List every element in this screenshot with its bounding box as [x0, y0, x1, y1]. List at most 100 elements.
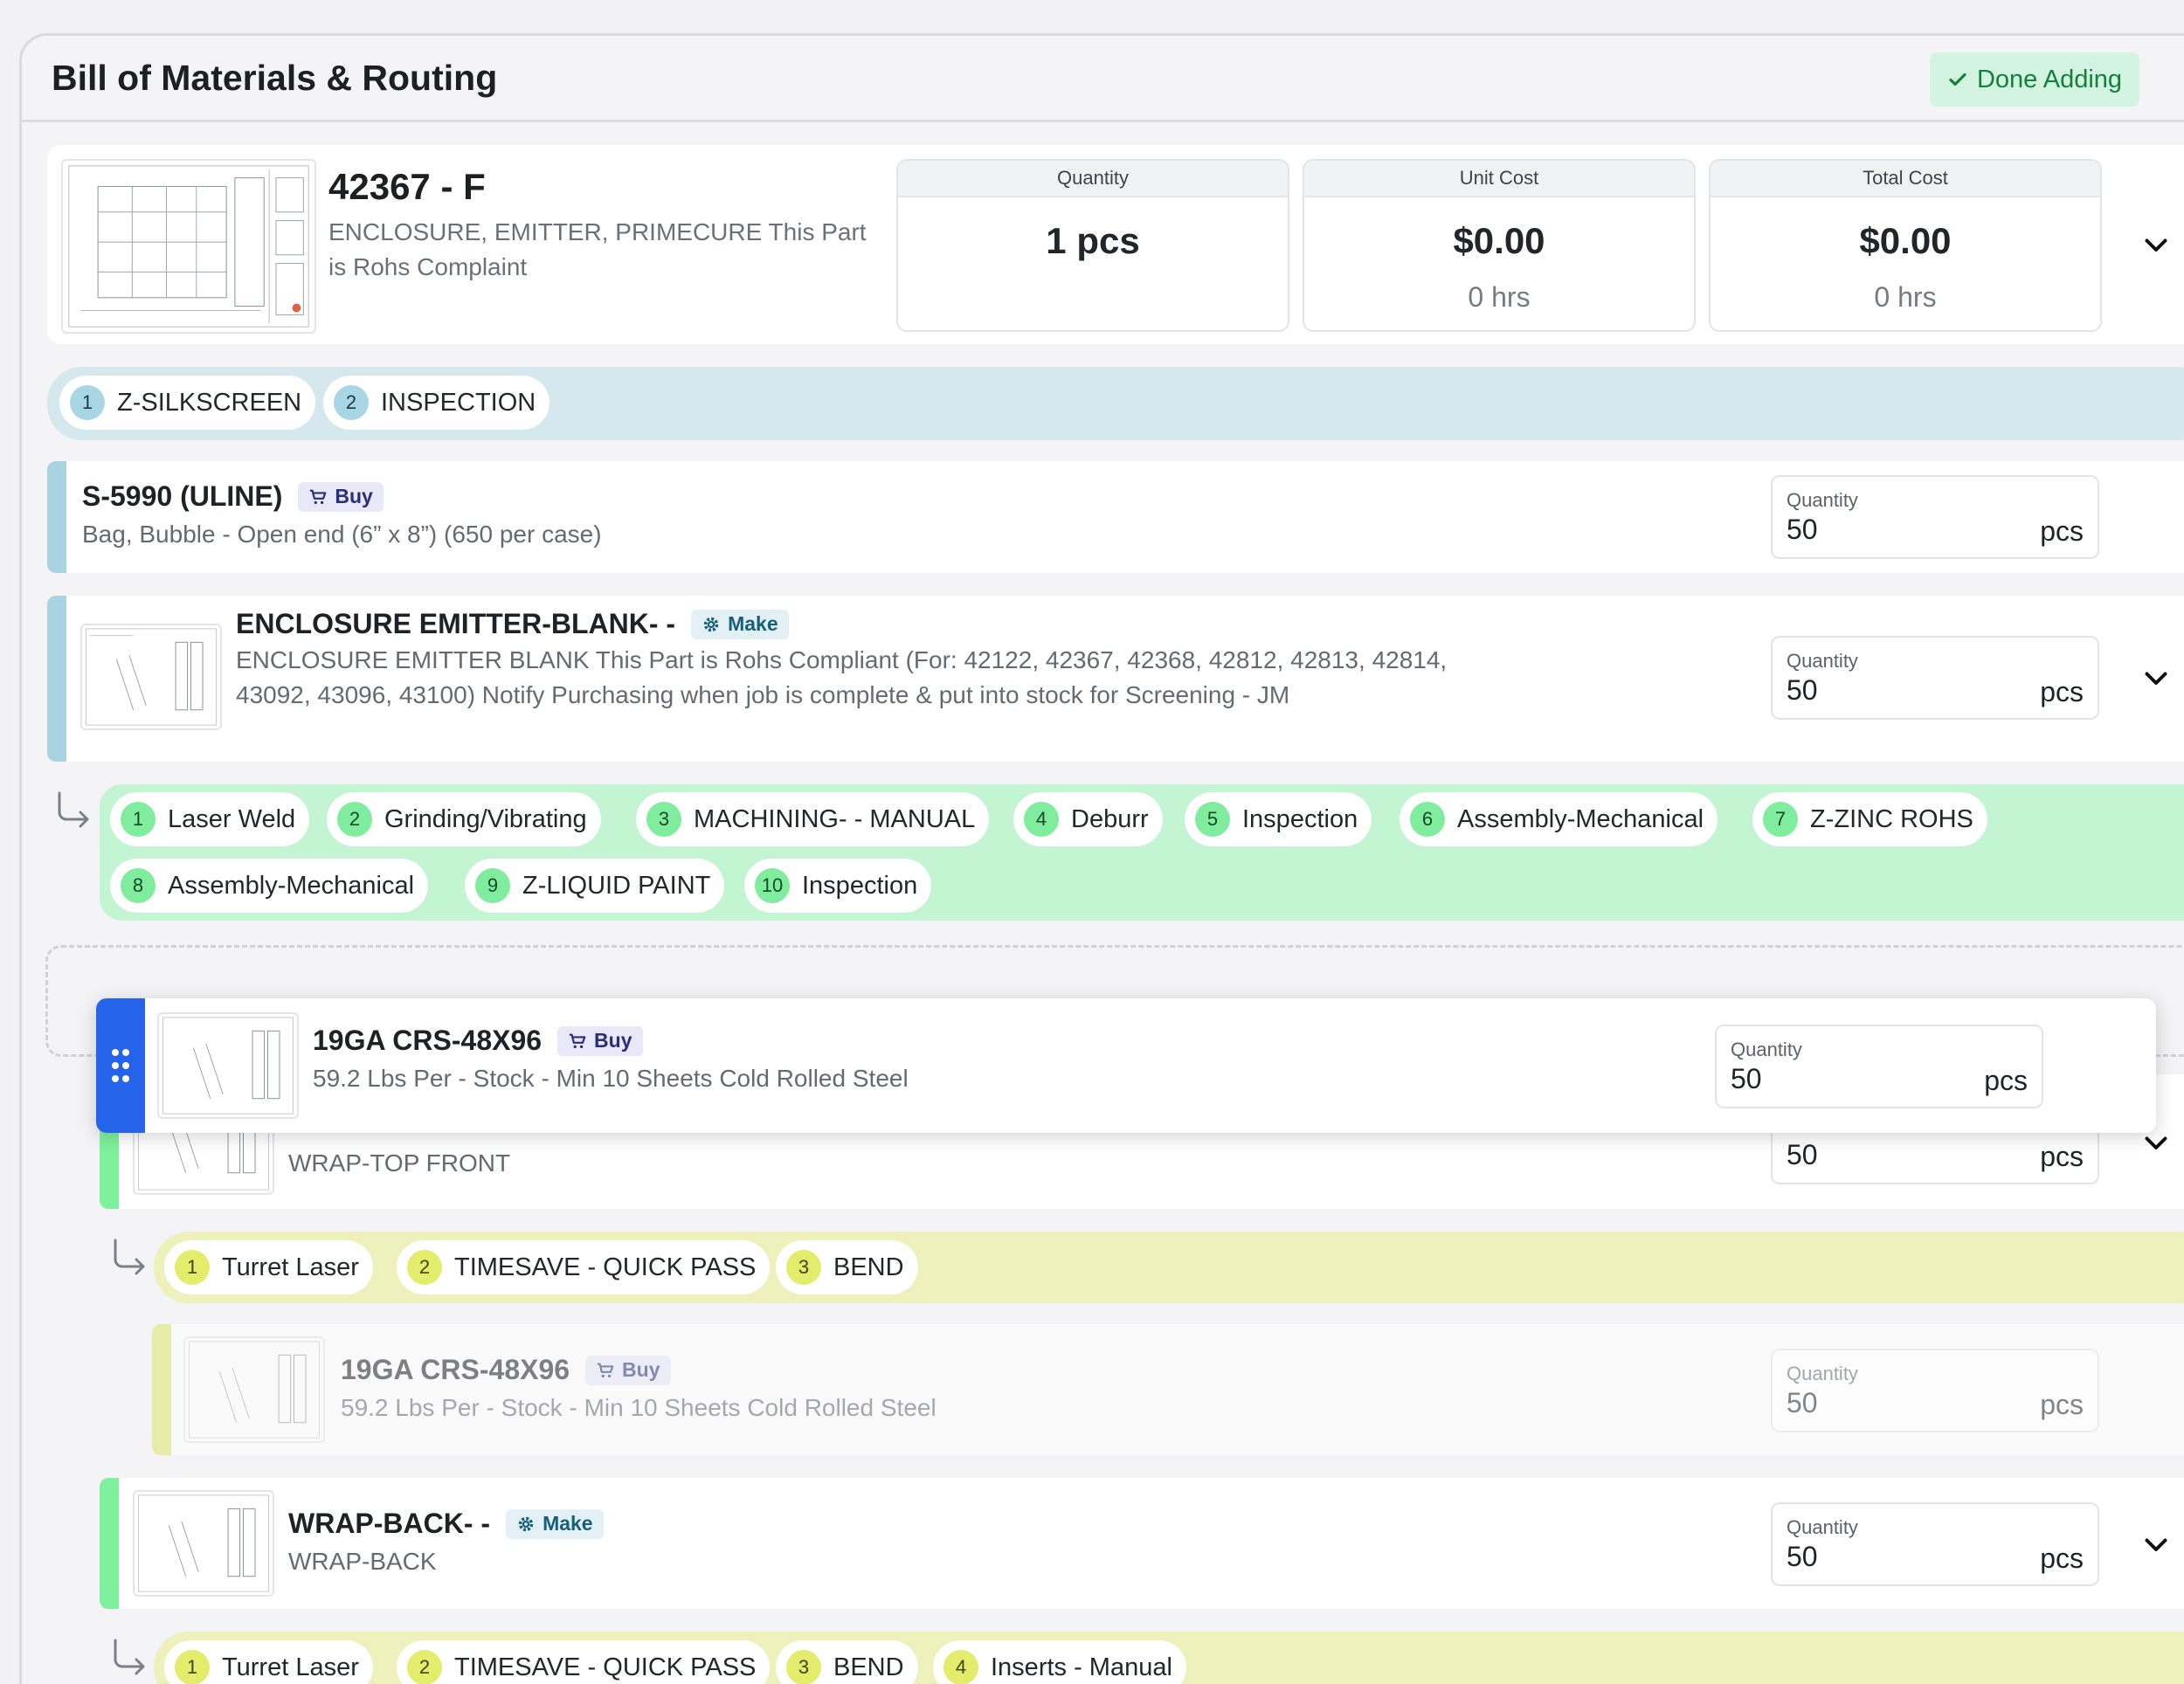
item-title: WRAP-BACK- - Make — [288, 1508, 604, 1540]
cart-icon — [597, 1363, 614, 1377]
routing-step-1[interactable]: 1 Turret Laser — [164, 1640, 373, 1684]
quantity-field[interactable]: Quantity 50 pcs — [1771, 1349, 2099, 1432]
item-description: ENCLOSURE EMITTER BLANK This Part is Roh… — [236, 646, 1448, 708]
step-label: Turret Laser — [222, 1653, 359, 1681]
make-badge-label: Make — [728, 612, 778, 635]
step-label: TIMESAVE - QUICK PASS — [454, 1253, 757, 1281]
quantity-field[interactable]: Quantity 50 pcs — [1771, 636, 2099, 720]
drawing-image — [68, 165, 309, 328]
drawing-image — [162, 1017, 294, 1115]
step-number: 2 — [334, 385, 369, 420]
quantity-value: 50 — [1731, 1063, 1762, 1094]
quantity-unit: pcs — [2040, 1389, 2084, 1420]
item-drawing-thumbnail[interactable] — [80, 624, 222, 730]
part-drawing-thumbnail[interactable] — [61, 159, 316, 334]
quantity-label: Quantity — [1787, 1516, 1858, 1538]
buy-badge-label: Buy — [622, 1358, 660, 1381]
item-title: ENCLOSURE EMITTER-BLANK- - Make — [236, 608, 789, 640]
step-label: Grinding/Vibrating — [384, 804, 587, 833]
step-label: Assembly-Mechanical — [1457, 804, 1704, 833]
drawing-image — [138, 1494, 269, 1592]
chevron-down-icon[interactable] — [2140, 662, 2172, 694]
step-label: Inspection — [802, 871, 918, 900]
total-cost-hours: 0 hrs — [1874, 281, 1937, 313]
chevron-down-icon[interactable] — [2140, 1529, 2172, 1560]
step-number: 3 — [786, 1650, 821, 1684]
routing-step-3[interactable]: 3 MACHINING- - MANUAL — [636, 792, 990, 846]
step-number: 6 — [1410, 802, 1445, 837]
routing-step-5[interactable]: 5 Inspection — [1185, 792, 1372, 846]
routing-step-2[interactable]: 2 TIMESAVE - QUICK PASS — [397, 1240, 771, 1294]
item-drawing-thumbnail[interactable] — [157, 1012, 299, 1119]
routing-step-3[interactable]: 3 BEND — [776, 1640, 918, 1684]
step-number: 1 — [70, 385, 105, 420]
step-number: 8 — [121, 868, 156, 903]
routing-step-6[interactable]: 6 Assembly-Mechanical — [1400, 792, 1718, 846]
done-adding-button[interactable]: Done Adding — [1930, 52, 2139, 107]
step-label: Turret Laser — [222, 1253, 359, 1281]
quantity-field[interactable]: Quantity 50 pcs — [1771, 475, 2099, 559]
make-badge: Make — [506, 1508, 604, 1539]
dragging-bom-item[interactable]: 19GA CRS-48X96 Buy 59.2 Lbs Per - Stock … — [96, 998, 2156, 1133]
drag-handle[interactable] — [96, 998, 145, 1133]
chevron-down-icon[interactable] — [2140, 229, 2172, 260]
routing-step-1[interactable]: 1 Turret Laser — [164, 1240, 373, 1294]
routing-step-1[interactable]: 1 Laser Weld — [110, 792, 310, 846]
buy-badge: Buy — [585, 1355, 671, 1385]
part-number: 42367 - F — [328, 166, 486, 207]
routing-step-2[interactable]: 2 Grinding/Vibrating — [327, 792, 601, 846]
gear-icon — [703, 617, 719, 632]
routing-step-2[interactable]: 2 TIMESAVE - QUICK PASS — [397, 1640, 771, 1684]
drawing-image — [86, 628, 217, 726]
page-title: Bill of Materials & Routing — [52, 58, 498, 98]
step-label: Inspection — [1242, 804, 1358, 833]
item-part-number: 19GA CRS-48X96 — [341, 1354, 570, 1385]
step-number: 1 — [121, 802, 156, 837]
routing-step-10[interactable]: 10 Inspection — [744, 859, 932, 913]
item-accent — [100, 1478, 119, 1609]
step-number: 5 — [1195, 802, 1230, 837]
quantity-field[interactable]: Quantity 50 pcs — [1715, 1025, 2043, 1108]
step-label: Deburr — [1071, 804, 1149, 833]
step-number: 7 — [1763, 802, 1798, 837]
unit-cost-label: Unit Cost — [1304, 161, 1694, 197]
item-accent — [47, 596, 66, 762]
step-label: BEND — [833, 1653, 904, 1681]
routing-step-8[interactable]: 8 Assembly-Mechanical — [110, 859, 429, 913]
quantity-label: Quantity — [1787, 650, 1858, 672]
routing-step-7[interactable]: 7 Z-ZINC ROHS — [1752, 792, 1987, 846]
item-part-number: 19GA CRS-48X96 — [313, 1025, 543, 1056]
routing-step-1[interactable]: 1 Z-SILKSCREEN — [59, 376, 316, 430]
cart-icon — [569, 1033, 586, 1048]
quantity-label: Quantity — [1787, 489, 1858, 511]
grip-vertical-icon — [112, 1049, 129, 1082]
step-label: Assembly-Mechanical — [168, 871, 415, 900]
step-number: 2 — [407, 1250, 442, 1285]
item-drawing-thumbnail[interactable] — [183, 1336, 325, 1443]
buy-badge-label: Buy — [335, 485, 373, 507]
panel-header: Bill of Materials & Routing Done Adding — [21, 35, 2184, 122]
routing-step-9[interactable]: 9 Z-LIQUID PAINT — [465, 859, 725, 913]
routing-step-4[interactable]: 4 Deburr — [1013, 792, 1163, 846]
gear-icon — [518, 1516, 534, 1531]
total-cost-label: Total Cost — [1711, 161, 2100, 197]
corner-down-right-icon — [114, 1639, 145, 1675]
corner-down-right-icon — [58, 791, 89, 828]
step-number: 2 — [337, 802, 372, 837]
item-drawing-thumbnail[interactable] — [133, 1490, 274, 1597]
routing-step-3[interactable]: 3 BEND — [776, 1240, 918, 1294]
quantity-field[interactable]: Quantity 50 pcs — [1771, 1502, 2099, 1586]
step-number: 4 — [1024, 802, 1059, 837]
routing-step-4[interactable]: 4 Inserts - Manual — [933, 1640, 1186, 1684]
routing-step-2[interactable]: 2 INSPECTION — [323, 376, 550, 430]
unit-cost-hours: 0 hrs — [1468, 281, 1531, 313]
quantity-stat-value: 1 pcs — [1046, 220, 1140, 261]
cart-icon — [310, 489, 327, 504]
item-title: 19GA CRS-48X96 Buy — [341, 1354, 671, 1386]
step-number: 1 — [175, 1250, 210, 1285]
unit-cost-stat: Unit Cost $0.00 0 hrs — [1303, 159, 1696, 332]
quantity-stat-label: Quantity — [898, 161, 1288, 197]
step-number: 3 — [646, 802, 681, 837]
quantity-unit: pcs — [2040, 1543, 2084, 1574]
item-title: 19GA CRS-48X96 Buy — [313, 1025, 643, 1057]
